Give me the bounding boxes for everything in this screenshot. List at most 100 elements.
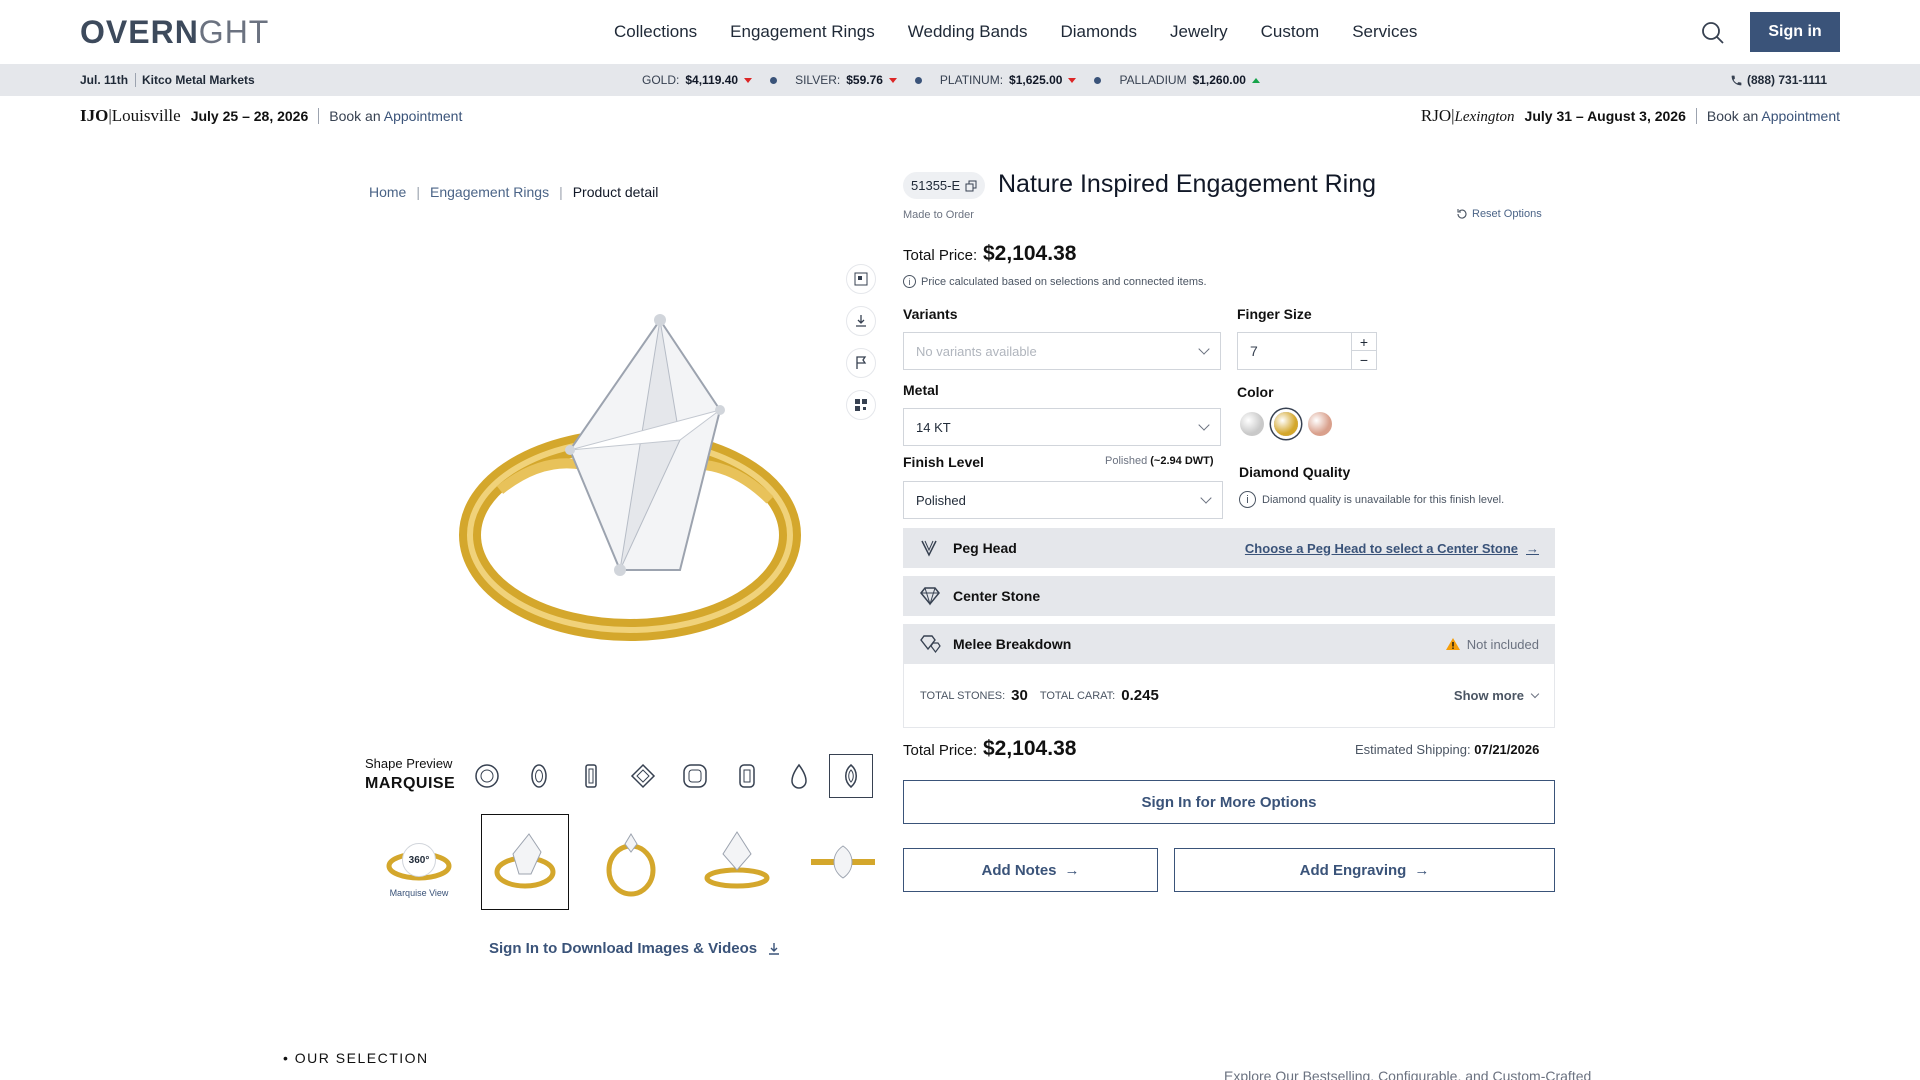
color-swatch-white[interactable] — [1240, 412, 1264, 436]
site-header: OVERNGHT Collections Engagement Rings We… — [0, 0, 1920, 64]
metal-silver: SILVER: $59.76 — [795, 73, 897, 87]
princess-icon[interactable] — [621, 754, 665, 798]
download-media-link[interactable]: Sign In to Download Images & Videos — [489, 940, 781, 957]
book-appointment-link[interactable]: Appointment — [1761, 108, 1840, 124]
emerald-icon[interactable] — [569, 754, 613, 798]
finish-level-select[interactable]: Polished — [903, 481, 1223, 519]
melee-summary: TOTAL STONES: 30 TOTAL CARAT: 0.245 Show m… — [903, 664, 1555, 728]
separator-dot — [770, 76, 778, 84]
warning-icon — [1445, 638, 1460, 650]
marquise-icon[interactable] — [829, 754, 873, 798]
melee-icon — [919, 634, 941, 654]
nav-custom[interactable]: Custom — [1261, 22, 1320, 42]
plus-icon[interactable]: + — [1352, 333, 1376, 352]
qr-code-icon[interactable] — [846, 390, 876, 420]
chevron-down-icon — [1530, 689, 1540, 698]
add-engraving-button[interactable]: Add Engraving → — [1174, 848, 1555, 892]
melee-breakdown-section[interactable]: Melee Breakdown Not included — [903, 624, 1555, 664]
peg-head-section[interactable]: Peg Head Choose a Peg Head to select a C… — [903, 528, 1555, 568]
breadcrumb-engagement-rings[interactable]: Engagement Rings — [430, 184, 549, 200]
finish-weight-note: Polished (~2.94 DWT) — [1105, 455, 1214, 467]
add-notes-button[interactable]: Add Notes → — [903, 848, 1158, 892]
round-icon[interactable] — [465, 754, 509, 798]
oval-icon[interactable] — [517, 754, 561, 798]
main-nav: Collections Engagement Rings Wedding Ban… — [614, 0, 1417, 64]
thumbnail-top[interactable] — [799, 814, 887, 910]
product-main-image[interactable] — [430, 300, 830, 680]
image-tools — [846, 264, 876, 420]
explore-text: Explore Our Bestselling, Configurable, a… — [1224, 1068, 1592, 1080]
metal-gold: GOLD: $4,119.40 — [642, 73, 753, 87]
selected-shape: MARQUISE — [365, 775, 456, 792]
reset-options-button[interactable]: Reset Options — [1456, 208, 1542, 220]
book-appointment-link[interactable]: Appointment — [384, 108, 463, 124]
estimated-shipping: Estimated Shipping: 07/21/2026 — [1355, 742, 1540, 757]
chevron-down-icon — [1200, 492, 1212, 504]
thumbnail-angle[interactable] — [481, 814, 569, 910]
diamond-quality-label: Diamond Quality — [1239, 464, 1351, 480]
info-icon: i — [903, 275, 916, 288]
nav-wedding-bands[interactable]: Wedding Bands — [908, 22, 1028, 42]
separator-dot — [1094, 76, 1102, 84]
our-selection-heading: • OUR SELECTION — [283, 1050, 429, 1066]
search-icon[interactable] — [1700, 20, 1726, 46]
color-swatch-yellow[interactable] — [1274, 412, 1298, 436]
total-stones-value: 30 — [1011, 687, 1028, 704]
minus-icon[interactable]: − — [1352, 351, 1376, 369]
nav-jewelry[interactable]: Jewelry — [1170, 22, 1228, 42]
sign-in-button[interactable]: Sign in — [1750, 12, 1840, 52]
shape-preview: Shape Preview MARQUISE — [365, 756, 456, 792]
sign-in-more-options-button[interactable]: Sign In for More Options — [903, 780, 1555, 824]
sku-badge[interactable]: 51355-E — [903, 172, 986, 199]
cushion-icon[interactable] — [673, 754, 717, 798]
radiant-icon[interactable] — [725, 754, 769, 798]
separator-dot — [914, 76, 922, 84]
trend-up-icon — [1251, 77, 1260, 83]
phone-link[interactable]: (888) 731-1111 — [1730, 73, 1827, 87]
thumbnail-front[interactable] — [587, 814, 675, 910]
chevron-down-icon — [1198, 419, 1210, 431]
total-carat-value: 0.245 — [1121, 687, 1159, 704]
thumbnail-360[interactable]: 360° Marquise View — [375, 814, 463, 910]
ticker-source: Kitco Metal Markets — [135, 73, 255, 87]
nav-diamonds[interactable]: Diamonds — [1060, 22, 1137, 42]
breadcrumb-home[interactable]: Home — [369, 184, 406, 200]
total-price-value-bottom: $2,104.38 — [983, 737, 1077, 760]
thumbnail-gallery: 360° Marquise View — [375, 814, 887, 910]
show-more-button[interactable]: Show more — [1454, 688, 1540, 703]
event-louisville: IJO|Louisville July 25 – 28, 2026 Book a… — [80, 106, 463, 125]
flag-icon[interactable] — [846, 348, 876, 378]
chevron-down-icon — [1198, 343, 1210, 355]
finger-size-label: Finger Size — [1237, 306, 1312, 322]
reset-icon — [1457, 209, 1467, 219]
download-icon[interactable] — [846, 306, 876, 336]
color-label: Color — [1237, 384, 1274, 400]
color-swatches — [1240, 412, 1332, 436]
finger-size-stepper: + − — [1237, 332, 1377, 370]
brand-logo[interactable]: OVERNGHT — [80, 10, 269, 54]
thumbnail-side[interactable] — [693, 814, 781, 910]
nav-engagement-rings[interactable]: Engagement Rings — [730, 22, 875, 42]
trend-down-icon — [744, 77, 753, 83]
metal-select[interactable]: 14 KT — [903, 408, 1221, 446]
event-lexington: RJO|Lexington July 31 – August 3, 2026 B… — [1420, 106, 1840, 125]
metal-prices: GOLD: $4,119.40 SILVER: $59.76 PLATINUM: $1… — [642, 73, 1260, 87]
copy-icon — [965, 180, 977, 191]
shape-selector — [465, 754, 873, 798]
total-price-label-bottom: Total Price: — [903, 742, 978, 759]
choose-peg-head-link[interactable]: Choose a Peg Head to select a Center Sto… — [1245, 541, 1539, 556]
product-title: Nature Inspired Engagement Ring — [998, 170, 1377, 198]
nav-services[interactable]: Services — [1352, 22, 1417, 42]
metal-ticker: Jul. 11th Kitco Metal Markets GOLD: $4,11… — [0, 64, 1920, 96]
breadcrumb: Home | Engagement Rings | Product detail — [369, 184, 659, 200]
peg-head-icon — [919, 538, 941, 558]
variants-select: No variants available — [903, 332, 1221, 370]
pear-icon[interactable] — [777, 754, 821, 798]
center-stone-section[interactable]: Center Stone — [903, 576, 1555, 616]
finish-level-label: Finish Level — [903, 454, 984, 470]
variants-label: Variants — [903, 306, 958, 322]
nav-collections[interactable]: Collections — [614, 22, 697, 42]
color-swatch-rose[interactable] — [1308, 412, 1332, 436]
zoom-icon[interactable] — [846, 264, 876, 294]
finger-size-input[interactable] — [1238, 333, 1352, 369]
